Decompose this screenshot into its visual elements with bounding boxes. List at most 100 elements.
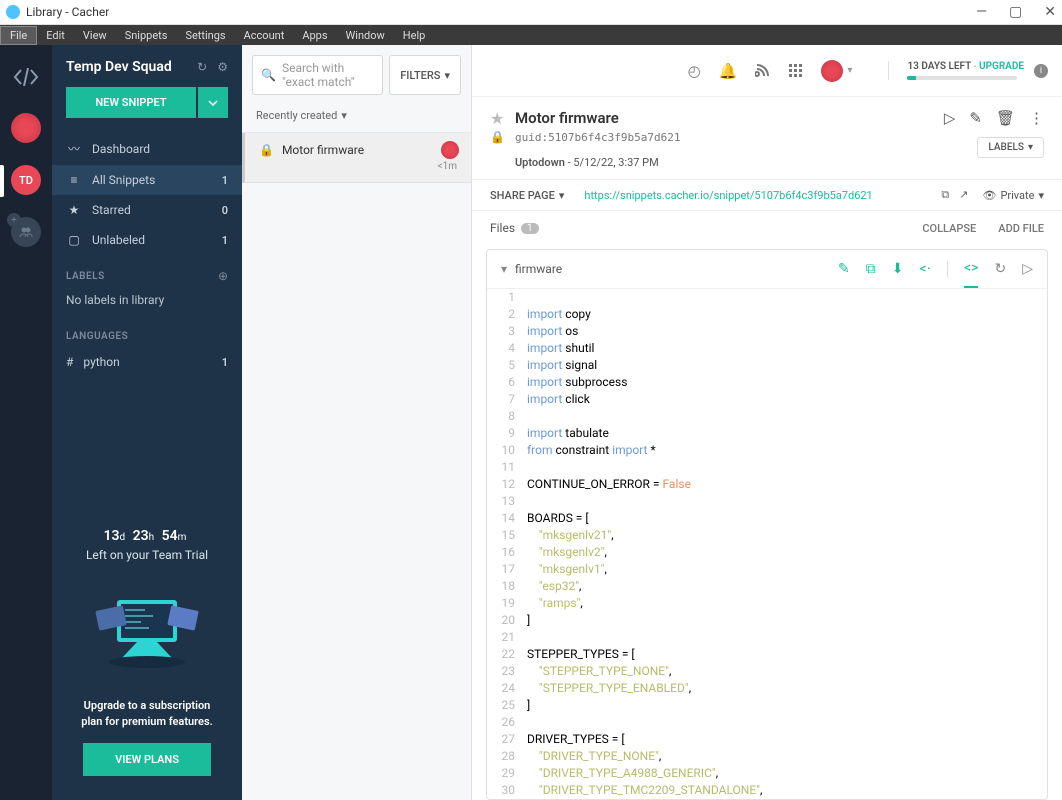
menu-edit[interactable]: Edit <box>37 27 74 44</box>
settings-icon[interactable]: ⚙ <box>217 60 228 74</box>
chevron-down-icon: ▾ <box>559 189 565 202</box>
language-python[interactable]: # python 1 <box>52 348 242 376</box>
collapse-button[interactable]: COLLAPSE <box>922 222 976 235</box>
activity-icon: 〰 <box>66 140 82 157</box>
star-button[interactable]: ★ <box>490 109 505 128</box>
snippet-header: ★ 🔒 Motor firmware guid:5107b6f4c3f9b5a7… <box>472 97 1062 180</box>
labels-button[interactable]: LABELS ▾ <box>977 137 1044 158</box>
code-tab-icon[interactable]: <> <box>964 260 978 288</box>
code-line: 7import click <box>487 391 1047 408</box>
left-rail: TD <box>0 45 52 800</box>
refresh-icon[interactable]: ↻ <box>197 60 207 74</box>
trial-countdown: 13d 23h 54m <box>66 528 228 544</box>
nav-dashboard[interactable]: 〰 Dashboard <box>52 132 242 165</box>
notifications-icon[interactable]: 🔔 <box>719 62 738 80</box>
code-line: 18 "esp32", <box>487 578 1047 595</box>
menu-view[interactable]: View <box>74 27 116 44</box>
privacy-dropdown[interactable]: 👁 Private ▾ <box>982 189 1044 202</box>
code-line: 5import signal <box>487 357 1047 374</box>
trial-illustration <box>87 580 207 680</box>
menu-settings[interactable]: Settings <box>176 27 234 44</box>
snippet-title: Motor firmware <box>515 109 944 127</box>
menubar: File Edit View Snippets Settings Account… <box>0 25 1062 45</box>
list-icon: ≡ <box>66 173 82 187</box>
code-line: 21 <box>487 629 1047 646</box>
add-team-button[interactable] <box>11 217 41 247</box>
file-card: ▾ firmware ✎ ⧉ ⬇ <⋅ <> ↻ ▷ 12import copy… <box>486 249 1048 800</box>
search-icon: 🔍 <box>261 68 276 82</box>
run-icon[interactable]: ▷ <box>944 109 956 127</box>
trial-days-left: 13 DAYS LEFT <box>907 61 971 72</box>
code-line: 20] <box>487 612 1047 629</box>
snippet-list-item[interactable]: 🔒 Motor firmware <1m <box>242 133 471 183</box>
sync-icon[interactable]: ◴ <box>688 62 701 80</box>
copy-file-icon[interactable]: ⧉ <box>866 261 876 277</box>
trial-progress <box>907 76 1017 80</box>
download-file-icon[interactable]: ⬇ <box>892 261 904 277</box>
open-external-icon[interactable]: ↗ <box>959 188 968 202</box>
personal-avatar[interactable] <box>11 113 41 143</box>
history-tab-icon[interactable]: ↻ <box>994 261 1006 277</box>
trial-box: 13d 23h 54m Left on your Team Trial Upgr… <box>52 510 242 800</box>
sidebar: Temp Dev Squad ↻ ⚙ NEW SNIPPET 〰 Dashboa… <box>52 45 242 800</box>
code-icon[interactable] <box>12 63 40 91</box>
topbar: ◴ 🔔 ▾ 13 DAYS LEFT - <box>472 45 1062 97</box>
edit-icon[interactable]: ✎ <box>969 109 982 127</box>
maximize-button[interactable]: ▢ <box>1009 4 1022 20</box>
share-page-dropdown[interactable]: SHARE PAGE ▾ <box>490 189 564 202</box>
share-file-icon[interactable]: <⋅ <box>919 261 931 277</box>
preview-tab-icon[interactable]: ▷ <box>1022 261 1033 277</box>
new-snippet-button[interactable]: NEW SNIPPET <box>66 87 196 118</box>
menu-window[interactable]: Window <box>337 27 394 44</box>
code-line: 26 <box>487 714 1047 731</box>
code-line: 14BOARDS = [ <box>487 510 1047 527</box>
upgrade-link[interactable]: UPGRADE <box>979 61 1024 72</box>
sort-dropdown[interactable]: Recently created ▾ <box>242 103 471 133</box>
add-label-button[interactable]: ⊕ <box>218 269 228 283</box>
info-icon[interactable]: i <box>1034 64 1048 78</box>
user-avatar <box>821 60 843 82</box>
code-line: 28 "DRIVER_TYPE_NONE", <box>487 748 1047 765</box>
code-area[interactable]: 12import copy3import os4import shutil5im… <box>487 289 1047 799</box>
file-name: firmware <box>515 262 562 276</box>
menu-help[interactable]: Help <box>394 27 435 44</box>
minimize-button[interactable]: — <box>976 4 987 20</box>
snippet-guid: guid:5107b6f4c3f9b5a7d621 <box>515 131 944 144</box>
chevron-down-icon: ▾ <box>444 69 450 82</box>
nav-unlabeled[interactable]: ▢ Unlabeled 1 <box>52 225 242 255</box>
collapse-chevron-icon[interactable]: ▾ <box>501 262 507 276</box>
view-plans-button[interactable]: VIEW PLANS <box>83 743 211 776</box>
star-icon: ★ <box>66 203 82 217</box>
copy-icon[interactable]: ⧉ <box>941 188 949 202</box>
no-labels-text: No labels in library <box>52 289 242 317</box>
menu-file[interactable]: File <box>0 26 37 45</box>
edit-file-icon[interactable]: ✎ <box>838 261 850 277</box>
menu-snippets[interactable]: Snippets <box>116 27 177 44</box>
apps-icon[interactable] <box>788 63 803 78</box>
code-line: 8 <box>487 408 1047 425</box>
nav-all-snippets[interactable]: ≡ All Snippets 1 <box>52 165 242 195</box>
more-icon[interactable]: ⋮ <box>1029 109 1044 127</box>
detail-panel: ◴ 🔔 ▾ 13 DAYS LEFT - <box>472 45 1062 800</box>
filters-button[interactable]: FILTERS ▾ <box>389 55 461 95</box>
add-file-button[interactable]: ADD FILE <box>998 222 1044 235</box>
search-input[interactable]: 🔍 Search with "exact match" <box>252 55 383 95</box>
rss-icon[interactable] <box>755 63 770 78</box>
lock-icon: 🔒 <box>490 130 505 144</box>
code-line: 24 "STEPPER_TYPE_ENABLED", <box>487 680 1047 697</box>
menu-account[interactable]: Account <box>235 27 294 44</box>
share-url[interactable]: https://snippets.cacher.io/snippet/5107b… <box>584 189 872 202</box>
new-snippet-dropdown[interactable] <box>198 87 228 118</box>
trial-message: Upgrade to a subscriptionplan for premiu… <box>66 698 228 729</box>
menu-apps[interactable]: Apps <box>293 27 336 44</box>
nav-starred[interactable]: ★ Starred 0 <box>52 195 242 225</box>
code-line: 9import tabulate <box>487 425 1047 442</box>
hash-icon: # <box>66 355 73 369</box>
close-button[interactable]: ✕ <box>1044 4 1056 20</box>
user-menu[interactable]: ▾ <box>821 60 852 82</box>
team-avatar[interactable]: TD <box>11 165 41 195</box>
languages-section-title: LANGUAGES <box>66 331 228 342</box>
delete-icon[interactable]: 🗑 <box>996 109 1015 127</box>
eye-icon: 👁 <box>982 189 996 202</box>
labels-section-title: LABELS <box>66 271 218 282</box>
